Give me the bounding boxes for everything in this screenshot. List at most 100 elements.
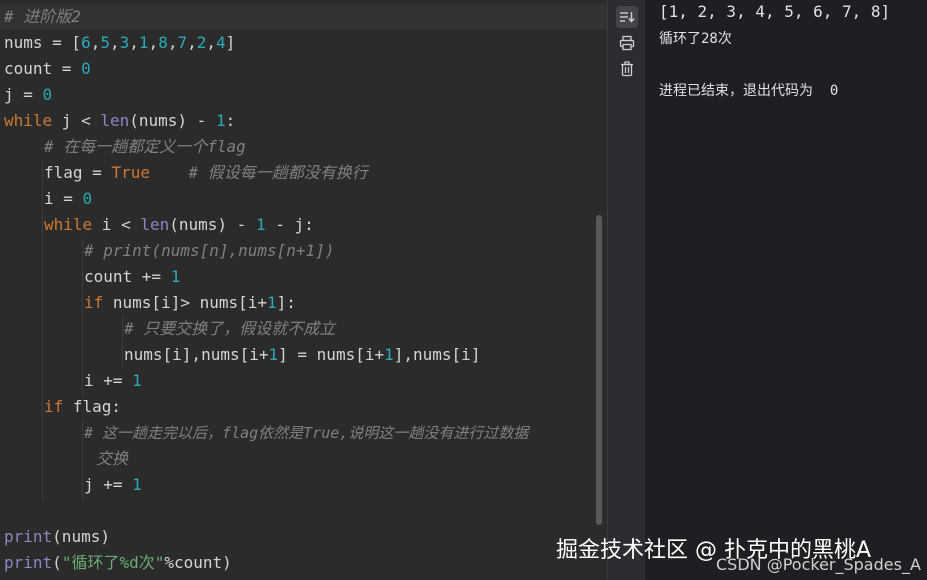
code-text: count = bbox=[4, 59, 82, 78]
code-line-1[interactable]: # 进阶版2 bbox=[4, 4, 81, 30]
code-line-4[interactable]: j = 0 bbox=[4, 82, 52, 108]
print-button[interactable] bbox=[616, 32, 638, 54]
code-text: , bbox=[206, 33, 217, 52]
number: 4 bbox=[216, 33, 226, 52]
code-text: , bbox=[109, 33, 120, 52]
number: 3 bbox=[119, 33, 130, 52]
code-line-3[interactable]: count = 0 bbox=[4, 56, 91, 82]
number: 1 bbox=[138, 33, 149, 52]
console-output-count: 循环了28次 bbox=[659, 31, 732, 47]
code-line-2[interactable]: nums = [6,5,3,1,8,7,2,4] bbox=[4, 30, 235, 56]
number: 2 bbox=[196, 33, 207, 52]
comment: # 只要交换了，假设就不成立 bbox=[124, 319, 336, 338]
code-line-12[interactable]: if nums[i]> nums[i+1]: bbox=[84, 290, 296, 316]
console-exit-message: 进程已结束，退出代码为 0 bbox=[659, 83, 839, 99]
code-line-17-wrap[interactable]: 交换 bbox=[96, 446, 128, 472]
number: 0 bbox=[82, 189, 93, 208]
code-text: j += bbox=[84, 475, 133, 494]
code-line-13[interactable]: # 只要交换了，假设就不成立 bbox=[124, 316, 335, 342]
keyword: while bbox=[44, 215, 93, 234]
code-text: (nums) - bbox=[169, 215, 256, 234]
comment: # 在每一趟都定义一个flag bbox=[44, 137, 246, 156]
code-line-17[interactable]: # 这一趟走完以后，flag依然是True,说明这一趟没有进行过数据 bbox=[84, 420, 528, 446]
keyword: if bbox=[44, 397, 64, 416]
code-text: , bbox=[90, 33, 101, 52]
run-console[interactable]: [1, 2, 3, 4, 5, 6, 7, 8] 循环了28次 进程已结束，退出… bbox=[645, 0, 927, 580]
print-icon bbox=[619, 35, 635, 51]
code-text: ] = nums[i+ bbox=[278, 345, 385, 364]
code-line-8[interactable]: i = 0 bbox=[44, 186, 92, 212]
indent-guide bbox=[82, 420, 83, 500]
number: 1 bbox=[132, 371, 142, 390]
builtin: print bbox=[4, 527, 53, 546]
code-line-5[interactable]: while j < len(nums) - 1: bbox=[4, 108, 235, 134]
watermark-csdn: CSDN @Pocker_Spades_A bbox=[716, 555, 921, 574]
code-text: %count) bbox=[164, 553, 232, 572]
number: 5 bbox=[100, 33, 110, 52]
indent-guide bbox=[122, 316, 123, 368]
soft-wrap-button[interactable] bbox=[616, 6, 638, 28]
indent-guide bbox=[82, 238, 83, 396]
run-toolbar bbox=[607, 0, 646, 580]
builtin: len bbox=[100, 111, 130, 130]
keyword: while bbox=[4, 111, 53, 130]
code-text: , bbox=[148, 33, 159, 52]
code-text: , bbox=[187, 33, 197, 52]
code-line-6[interactable]: # 在每一趟都定义一个flag bbox=[44, 134, 246, 160]
code-editor[interactable]: # 进阶版2 nums = [6,5,3,1,8,7,2,4] count = … bbox=[0, 0, 607, 580]
code-line-15[interactable]: i += 1 bbox=[84, 368, 142, 394]
comment: # 进阶版2 bbox=[4, 7, 81, 26]
keyword: if bbox=[84, 293, 104, 312]
comment: # print(nums[n],nums[n+1]) bbox=[84, 241, 335, 260]
number: 7 bbox=[177, 33, 188, 52]
comment: # 这一趟走完以后，flag依然是True,说明这一趟没有进行过数据 bbox=[84, 424, 529, 442]
number: 1 bbox=[215, 111, 226, 130]
code-line-9[interactable]: while i < len(nums) - 1 - j: bbox=[44, 212, 314, 238]
code-text: ( bbox=[52, 553, 62, 572]
number: 1 bbox=[170, 267, 181, 286]
code-text: i < bbox=[92, 215, 141, 234]
code-text: , bbox=[129, 33, 139, 52]
code-line-7[interactable]: flag = True # 假设每一趟都没有换行 bbox=[44, 160, 368, 186]
code-text: j = bbox=[4, 85, 43, 104]
code-text: nums[i],nums[i+ bbox=[124, 345, 269, 364]
number: 1 bbox=[268, 345, 279, 364]
keyword: True bbox=[111, 163, 150, 182]
indent-guide bbox=[42, 160, 43, 500]
code-text: i += bbox=[84, 371, 133, 390]
trash-icon bbox=[621, 61, 633, 77]
code-text: j < bbox=[52, 111, 101, 130]
code-text: nums = [ bbox=[4, 33, 82, 52]
number: 6 bbox=[81, 33, 91, 52]
code-text: (nums) bbox=[52, 527, 110, 546]
code-line-11[interactable]: count += 1 bbox=[84, 264, 180, 290]
editor-scrollbar[interactable] bbox=[596, 215, 602, 525]
comment: 交换 bbox=[96, 449, 129, 468]
code-text: : bbox=[225, 111, 236, 130]
console-output-list: [1, 2, 3, 4, 5, 6, 7, 8] bbox=[659, 2, 891, 21]
code-text: (nums) - bbox=[129, 111, 216, 130]
number: 1 bbox=[132, 475, 142, 494]
code-line-14[interactable]: nums[i],nums[i+1] = nums[i+1],nums[i] bbox=[124, 342, 480, 368]
code-text: flag: bbox=[63, 397, 122, 416]
code-text: count += bbox=[84, 267, 171, 286]
clear-button[interactable] bbox=[616, 58, 638, 80]
builtin: print bbox=[4, 553, 53, 572]
number: 0 bbox=[42, 85, 53, 104]
code-text: ],nums[i] bbox=[393, 345, 481, 364]
number: 1 bbox=[255, 215, 266, 234]
code-line-21[interactable]: print("循环了%d次"%count) bbox=[4, 550, 232, 576]
code-line-20[interactable]: print(nums) bbox=[4, 524, 110, 550]
code-text: i = bbox=[44, 189, 83, 208]
code-line-16[interactable]: if flag: bbox=[44, 394, 121, 420]
number: 1 bbox=[267, 293, 277, 312]
code-line-18[interactable]: j += 1 bbox=[84, 472, 142, 498]
soft-wrap-icon bbox=[620, 12, 635, 23]
code-line-10[interactable]: # print(nums[n],nums[n+1]) bbox=[84, 238, 334, 264]
number: 0 bbox=[81, 59, 91, 78]
code-text: ] bbox=[225, 33, 236, 52]
string: "循环了%d次" bbox=[61, 553, 165, 572]
number: 1 bbox=[384, 345, 394, 364]
current-line-highlight bbox=[0, 4, 607, 30]
code-text: nums[i]> nums[i+ bbox=[103, 293, 268, 312]
